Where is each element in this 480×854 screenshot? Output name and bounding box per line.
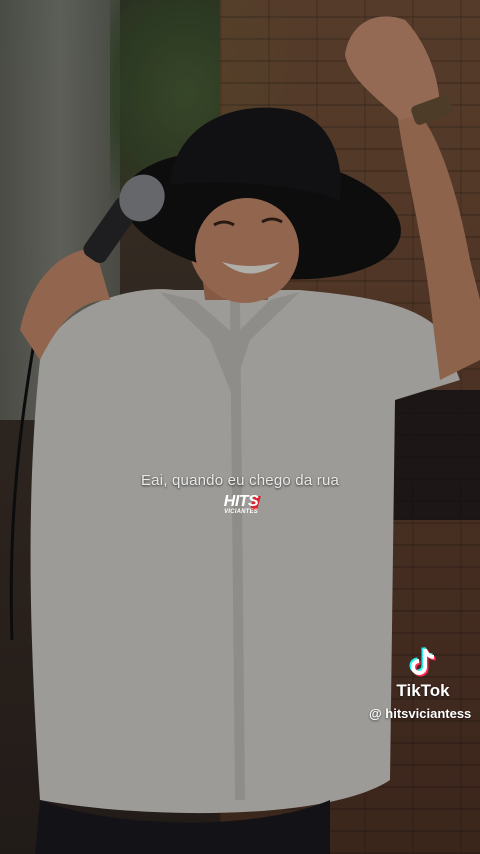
dim-overlay: [0, 0, 480, 854]
lyric-caption: Eai, quando eu chego da rua: [140, 472, 340, 489]
video-frame[interactable]: Eai, quando eu chego da rua HITS VICIANT…: [0, 0, 480, 854]
tiktok-watermark: TikTok: [366, 645, 480, 701]
creator-handle[interactable]: @ hitsviciantess: [369, 706, 471, 721]
tiktok-note-icon: [409, 646, 436, 677]
brand-logo: HITS VICIANTES: [214, 494, 268, 520]
tiktok-wordmark: TikTok: [396, 681, 450, 700]
brand-logo-subtitle: VICIANTES: [224, 509, 258, 515]
brand-logo-word: HITS: [223, 493, 259, 510]
